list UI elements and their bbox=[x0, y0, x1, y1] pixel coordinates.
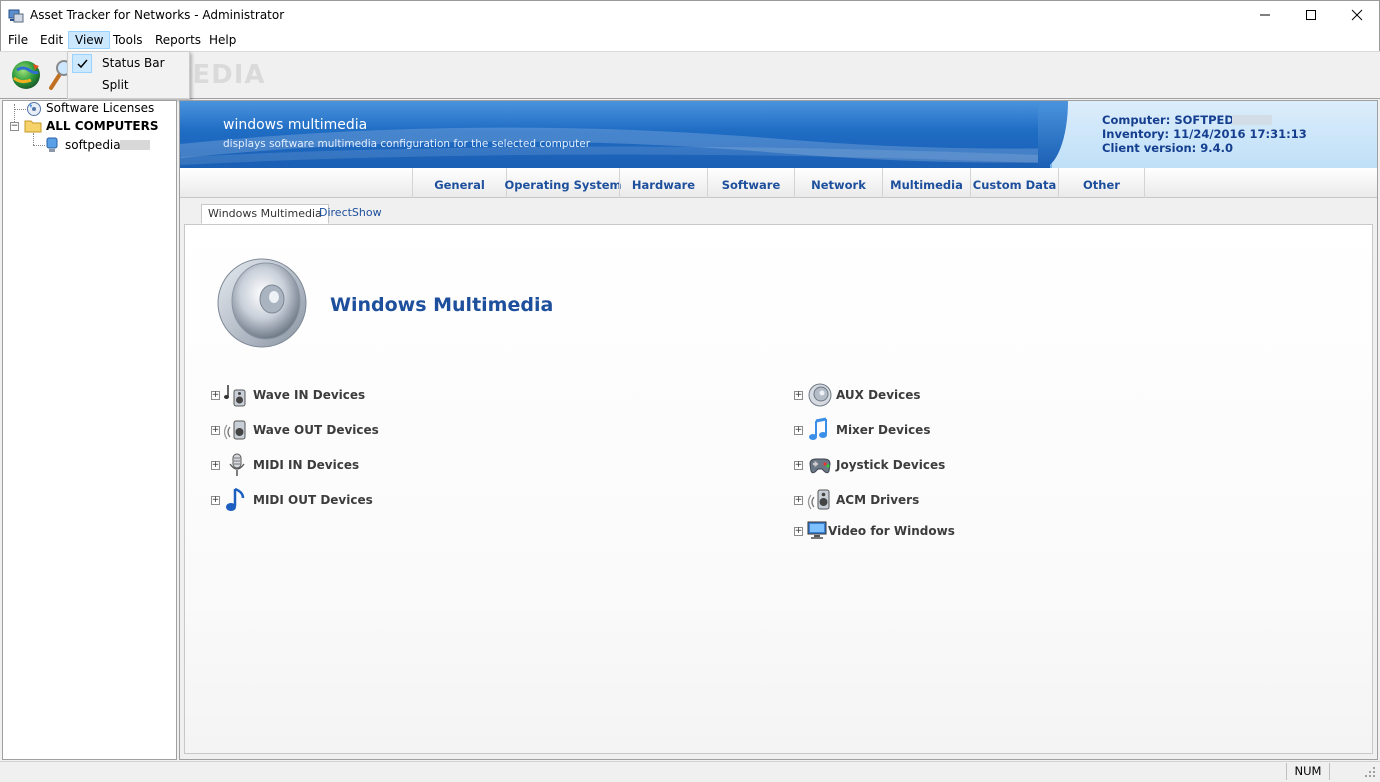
check-icon bbox=[72, 54, 92, 73]
speaker-large-icon bbox=[210, 255, 310, 355]
menu-view[interactable]: View bbox=[68, 31, 111, 49]
music-note-icon bbox=[224, 487, 248, 513]
tree-connector bbox=[14, 109, 26, 110]
banner-subtitle: displays software multimedia configurati… bbox=[223, 138, 591, 150]
software-licenses-icon bbox=[26, 101, 42, 117]
tab-operating-system[interactable]: Operating System bbox=[505, 168, 622, 198]
redacted-block bbox=[120, 140, 150, 150]
tab-software[interactable]: Software bbox=[707, 168, 794, 198]
device-midi-out[interactable]: MIDI OUT Devices bbox=[253, 493, 373, 507]
device-video-for-windows[interactable]: Video for Windows bbox=[828, 524, 955, 538]
tab-general[interactable]: General bbox=[412, 168, 506, 198]
banner-client-version: Client version: 9.4.0 bbox=[1102, 141, 1233, 155]
device-joystick[interactable]: Joystick Devices bbox=[836, 458, 945, 472]
tree-connector bbox=[33, 133, 34, 145]
device-mixer[interactable]: Mixer Devices bbox=[836, 423, 930, 437]
device-aux[interactable]: AUX Devices bbox=[836, 388, 921, 402]
close-button[interactable] bbox=[1334, 0, 1380, 30]
search-magnifier-icon[interactable] bbox=[48, 58, 72, 92]
expand-acm-icon[interactable]: + bbox=[794, 496, 803, 505]
banner-inventory: Inventory: 11/24/2016 17:31:13 bbox=[1102, 127, 1307, 141]
tree-connector bbox=[33, 145, 45, 146]
speaker-round-icon bbox=[807, 382, 833, 408]
expand-wave-in-icon[interactable]: + bbox=[211, 391, 220, 400]
tab-network[interactable]: Network bbox=[794, 168, 882, 198]
wave-in-icon bbox=[224, 382, 248, 408]
wave-out-icon bbox=[223, 417, 248, 443]
tab-hardware[interactable]: Hardware bbox=[619, 168, 707, 198]
expand-joystick-icon[interactable]: + bbox=[794, 461, 803, 470]
device-acm[interactable]: ACM Drivers bbox=[836, 493, 919, 507]
minimize-button[interactable] bbox=[1242, 0, 1288, 30]
subtab-directshow[interactable]: DirectShow bbox=[313, 204, 388, 224]
device-midi-in[interactable]: MIDI IN Devices bbox=[253, 458, 359, 472]
app-icon bbox=[8, 7, 24, 23]
tree-item-all-computers[interactable]: ALL COMPUTERS bbox=[46, 119, 159, 133]
expand-wave-out-icon[interactable]: + bbox=[211, 426, 220, 435]
tree-collapse-icon[interactable]: − bbox=[10, 122, 19, 131]
redacted-block bbox=[1232, 115, 1272, 125]
expand-aux-icon[interactable]: + bbox=[794, 391, 803, 400]
status-num-indicator: NUM bbox=[1286, 763, 1330, 780]
resize-grip-icon[interactable] bbox=[1364, 766, 1376, 778]
banner-computer-name: Computer: SOFTPEDIA- bbox=[1102, 113, 1252, 127]
mixer-note-icon bbox=[807, 417, 831, 443]
tab-custom-data[interactable]: Custom Data bbox=[970, 168, 1058, 198]
computer-icon bbox=[45, 137, 59, 153]
tab-other[interactable]: Other bbox=[1058, 168, 1145, 198]
expand-video-icon[interactable]: + bbox=[794, 527, 803, 536]
folder-icon bbox=[24, 119, 42, 133]
maximize-button[interactable] bbox=[1288, 0, 1334, 30]
refresh-globe-icon[interactable] bbox=[9, 58, 43, 92]
device-wave-out[interactable]: Wave OUT Devices bbox=[253, 423, 379, 437]
view-dropdown-menu: Status Bar Split bbox=[67, 51, 190, 99]
dropdown-item-label: Status Bar bbox=[102, 56, 165, 70]
tab-multimedia[interactable]: Multimedia bbox=[882, 168, 970, 198]
monitor-icon bbox=[807, 520, 827, 540]
device-wave-in[interactable]: Wave IN Devices bbox=[253, 388, 365, 402]
banner-title: windows multimedia bbox=[223, 117, 368, 133]
subtab-windows-multimedia[interactable]: Windows Multimedia bbox=[201, 204, 329, 224]
expand-midi-in-icon[interactable]: + bbox=[211, 461, 220, 470]
joystick-icon bbox=[807, 452, 833, 478]
dropdown-item-label: Split bbox=[102, 78, 129, 92]
tree-item-computer[interactable]: softpedia- bbox=[65, 138, 125, 152]
acm-speaker-icon bbox=[807, 487, 833, 513]
expand-midi-out-icon[interactable]: + bbox=[211, 496, 220, 505]
window-title: Asset Tracker for Networks - Administrat… bbox=[30, 8, 285, 22]
status-bar bbox=[0, 761, 1380, 782]
expand-mixer-icon[interactable]: + bbox=[794, 426, 803, 435]
menu-help[interactable]: Help bbox=[203, 32, 242, 50]
menu-file[interactable]: File bbox=[2, 32, 34, 50]
computer-tree-pane[interactable] bbox=[2, 100, 177, 760]
tree-item-software-licenses[interactable]: Software Licenses bbox=[46, 101, 154, 115]
menu-edit[interactable]: Edit bbox=[34, 32, 69, 50]
dropdown-item-status-bar[interactable]: Status Bar bbox=[70, 53, 187, 74]
section-title: Windows Multimedia bbox=[330, 294, 554, 316]
menu-reports[interactable]: Reports bbox=[149, 32, 207, 50]
microphone-icon bbox=[226, 452, 248, 478]
dropdown-item-split[interactable]: Split bbox=[70, 75, 187, 96]
menu-tools[interactable]: Tools bbox=[107, 32, 149, 50]
